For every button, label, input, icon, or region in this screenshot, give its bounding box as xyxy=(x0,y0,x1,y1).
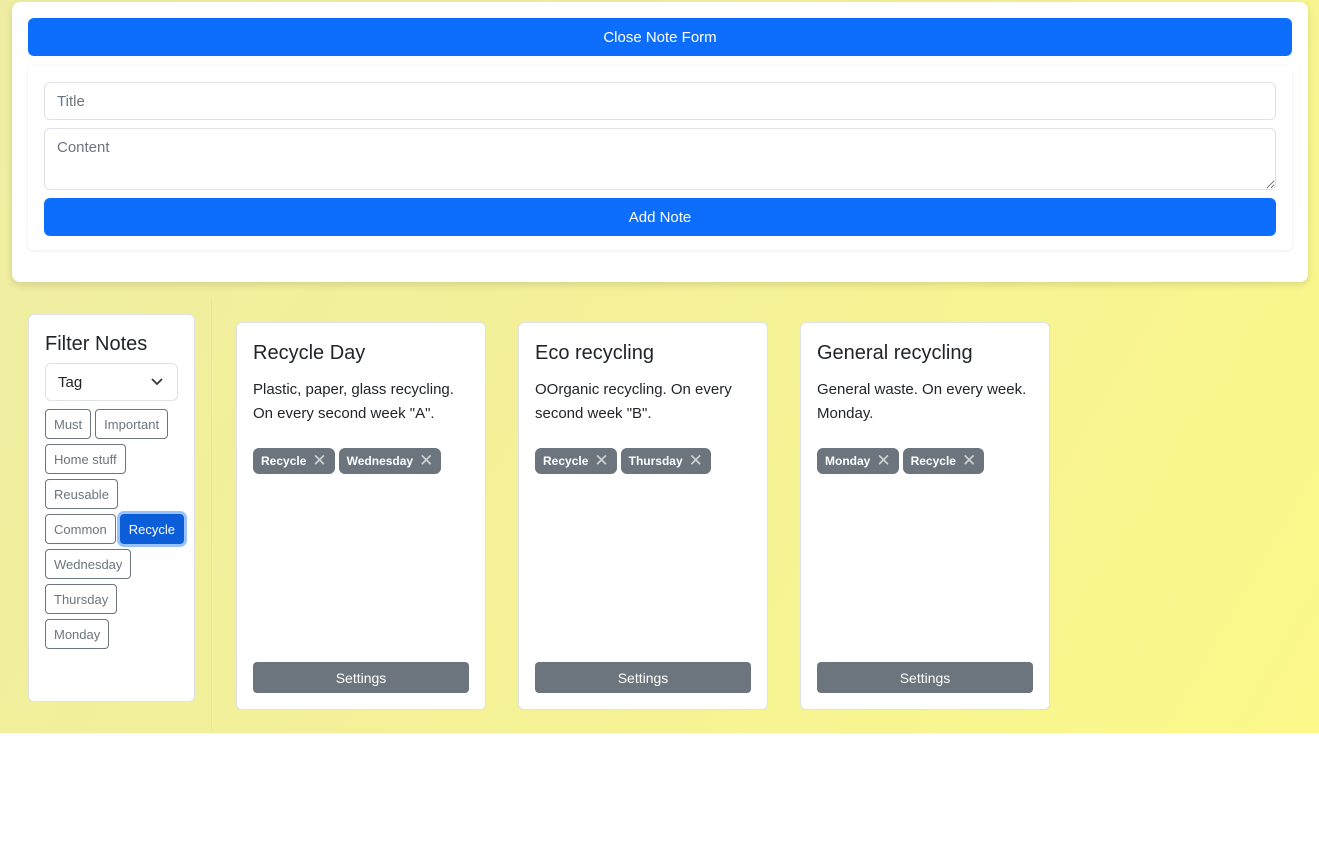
tag-filter-list: Must Important Home stuff Reusable Common Rec… xyxy=(45,409,185,649)
remove-tag-icon[interactable]: ✕ xyxy=(594,451,608,471)
title-input[interactable] xyxy=(44,82,1276,120)
note-title: General recycling xyxy=(817,342,973,364)
note-tags: Recycle ✕ Wednesday ✕ xyxy=(253,448,469,474)
note-card: Recycle Day Plastic, paper, glass recycl… xyxy=(236,322,486,710)
tag-filter-must[interactable]: Must xyxy=(45,409,92,439)
tag-filter-thursday[interactable]: Thursday xyxy=(45,584,118,614)
filter-heading: Filter Notes xyxy=(45,333,148,355)
tag-filter-home-stuff[interactable]: Home stuff xyxy=(45,444,126,474)
note-card: Eco recycling OOrganic recycling. On eve… xyxy=(518,322,768,710)
close-note-form-button[interactable]: Close Note Form xyxy=(28,18,1292,56)
tag-select-value: Tag xyxy=(58,373,83,391)
note-title: Eco recycling xyxy=(535,342,654,364)
note-content: General waste. On every week. Monday. xyxy=(817,381,1027,422)
remove-tag-icon[interactable]: ✕ xyxy=(962,451,976,471)
tag-filter-reusable[interactable]: Reusable xyxy=(45,479,118,509)
tag-filter-monday[interactable]: Monday xyxy=(45,619,110,649)
note-tag-badge: Recycle ✕ xyxy=(535,448,617,474)
tag-filter-important[interactable]: Important xyxy=(95,409,169,439)
note-form-panel: Close Note Form Add Note xyxy=(12,2,1308,282)
note-tag-label: Thursday xyxy=(628,454,683,468)
note-form-card: Add Note xyxy=(28,66,1292,250)
note-tag-label: Recycle xyxy=(261,454,307,468)
filter-panel: Filter Notes Tag Must Important Home stuff… xyxy=(28,314,195,702)
note-card: General recycling General waste. On ever… xyxy=(800,322,1050,710)
note-settings-button[interactable]: Settings xyxy=(817,662,1033,693)
note-settings-button[interactable]: Settings xyxy=(535,662,751,693)
tag-filter-recycle[interactable]: Recycle xyxy=(119,514,184,544)
remove-tag-icon[interactable]: ✕ xyxy=(312,451,326,471)
remove-tag-icon[interactable]: ✕ xyxy=(876,451,890,471)
note-tag-badge: Thursday ✕ xyxy=(620,448,711,474)
note-tag-label: Monday xyxy=(825,454,871,468)
tag-filter-common[interactable]: Common xyxy=(45,514,116,544)
content-textarea[interactable] xyxy=(44,128,1276,190)
tag-filter-wednesday[interactable]: Wednesday xyxy=(45,549,132,579)
add-note-button[interactable]: Add Note xyxy=(44,198,1276,236)
note-tags: Recycle ✕ Thursday ✕ xyxy=(535,448,751,474)
note-title: Recycle Day xyxy=(253,342,366,364)
chevron-down-icon xyxy=(151,378,163,386)
note-settings-button[interactable]: Settings xyxy=(253,662,469,693)
note-content: OOrganic recycling. On every second week… xyxy=(535,381,732,422)
note-content: Plastic, paper, glass recycling. On ever… xyxy=(253,381,454,422)
tag-select[interactable]: Tag xyxy=(45,363,178,401)
note-tag-badge: Recycle ✕ xyxy=(902,448,985,474)
note-tag-label: Recycle xyxy=(910,454,956,468)
remove-tag-icon[interactable]: ✕ xyxy=(689,451,703,471)
note-tag-label: Wednesday xyxy=(346,454,414,468)
note-tags: Monday ✕ Recycle ✕ xyxy=(817,448,1033,474)
remove-tag-icon[interactable]: ✕ xyxy=(419,451,433,471)
note-tag-label: Recycle xyxy=(543,454,589,468)
note-tag-badge: Monday ✕ xyxy=(817,448,899,474)
note-tag-badge: Recycle ✕ xyxy=(253,448,335,474)
note-tag-badge: Wednesday ✕ xyxy=(338,448,442,474)
column-divider xyxy=(211,298,212,733)
